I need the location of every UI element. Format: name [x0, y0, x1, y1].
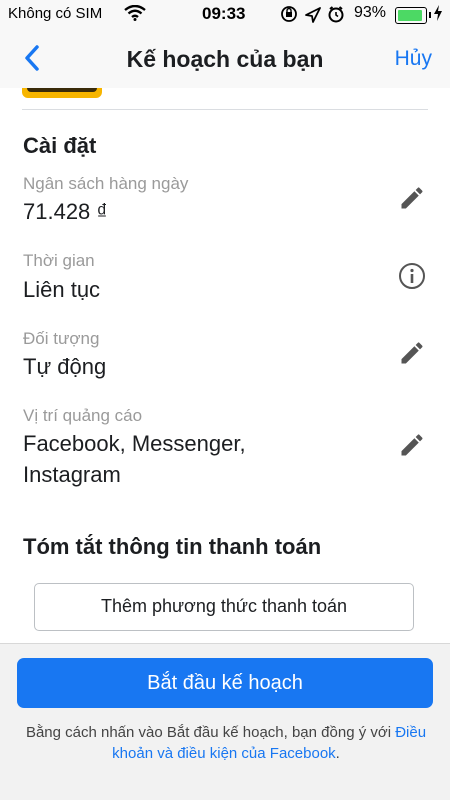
terms-suffix: . — [335, 745, 340, 762]
battery-nub — [429, 12, 431, 18]
divider — [22, 109, 428, 110]
start-plan-button[interactable]: Bắt đầu kế hoạch — [17, 658, 433, 708]
edit-placement-icon[interactable] — [398, 431, 426, 459]
info-icon[interactable] — [398, 262, 426, 290]
location-arrow-icon — [305, 7, 321, 23]
status-bar: Không có SIM 09:33 93% — [0, 0, 450, 30]
battery-fill — [398, 10, 422, 21]
carrier-label: Không có SIM — [8, 5, 103, 22]
budget-value: 71.428 ₫ — [23, 199, 108, 224]
add-payment-method-button[interactable]: Thêm phương thức thanh toán — [34, 583, 414, 631]
duration-label: Thời gian — [23, 251, 95, 270]
ad-thumbnail — [22, 88, 102, 98]
battery-percent: 93% — [354, 4, 387, 21]
settings-title: Cài đặt — [23, 133, 97, 158]
audience-label: Đối tượng — [23, 329, 100, 348]
audience-value: Tự động — [23, 354, 107, 379]
page-title: Kế hoạch của bạn — [126, 46, 324, 72]
wifi-icon — [124, 4, 146, 26]
payment-summary-title: Tóm tắt thông tin thanh toán — [23, 534, 322, 559]
status-time: 09:33 — [202, 4, 246, 23]
placement-value-line1: Facebook, Messenger, — [23, 431, 246, 456]
placement-value-line2: Instagram — [23, 462, 121, 487]
battery-icon — [395, 7, 431, 24]
cancel-button[interactable]: Hủy — [395, 47, 432, 71]
terms-text: Bằng cách nhấn vào Bắt đầu kế hoạch, bạn… — [16, 722, 436, 764]
edit-audience-icon[interactable] — [398, 339, 426, 367]
status-icons — [280, 4, 352, 29]
alarm-icon — [328, 6, 344, 23]
plan-content: Cài đặt Ngân sách hàng ngày 71.428 ₫ Thờ… — [0, 88, 450, 643]
duration-value: Liên tục — [23, 277, 101, 302]
rotation-lock-icon — [281, 6, 297, 22]
placement-label: Vị trí quảng cáo — [23, 406, 143, 425]
charging-bolt-icon — [433, 5, 443, 24]
edit-budget-icon[interactable] — [398, 184, 426, 212]
budget-label: Ngân sách hàng ngày — [23, 174, 189, 193]
terms-prefix: Bằng cách nhấn vào Bắt đầu kế hoạch, bạn… — [25, 724, 396, 741]
nav-bar: Kế hoạch của bạn Hủy — [0, 30, 450, 88]
footer: Bắt đầu kế hoạch Bằng cách nhấn vào Bắt … — [0, 643, 450, 800]
